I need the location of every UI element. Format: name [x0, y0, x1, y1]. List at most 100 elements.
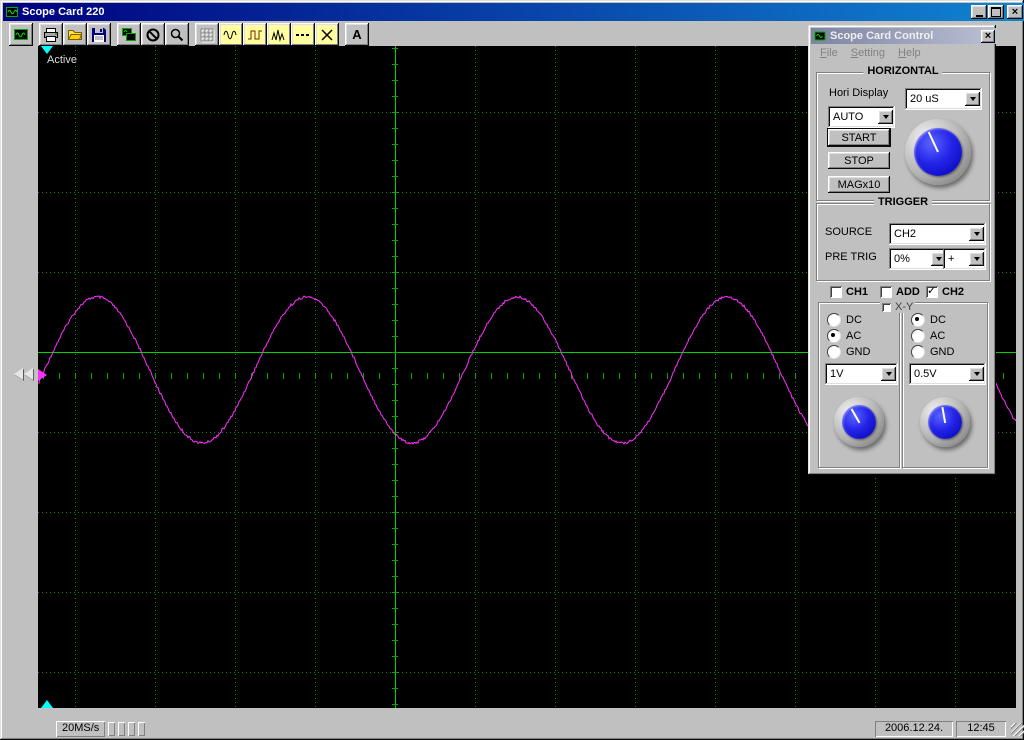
dropdown-arrow-icon[interactable]	[969, 367, 984, 381]
ch2-coupling-gnd[interactable]: GND	[911, 345, 954, 359]
ch1-label: CH1	[846, 286, 869, 298]
status-segment	[118, 722, 126, 736]
radio-icon	[827, 313, 841, 327]
trigger-slope-select[interactable]: +	[943, 248, 986, 270]
menu-setting[interactable]: Setting	[845, 46, 892, 60]
pulse-wave-icon	[247, 27, 263, 43]
radio-icon	[911, 345, 925, 359]
knob-pointer	[850, 408, 861, 424]
xy-label: X-Y	[895, 301, 914, 313]
trace-arrow-icon	[24, 368, 33, 380]
timebase-value: 20 uS	[910, 93, 939, 105]
letter-a-icon: A	[352, 27, 362, 42]
trace-position-arrows[interactable]	[14, 368, 33, 380]
minimize-button[interactable]	[971, 5, 987, 19]
xy-checkbox[interactable]: X-Y	[880, 301, 916, 313]
ch2-position-marker[interactable]	[38, 369, 47, 381]
radio-icon	[827, 345, 841, 359]
scope-window-button[interactable]	[9, 23, 33, 46]
hori-display-select[interactable]: AUTO	[828, 106, 895, 128]
ch2-enable-checkbox[interactable]: CH2	[924, 284, 967, 298]
checkbox-icon	[882, 302, 891, 312]
ch1-range-value: 1V	[830, 368, 844, 380]
dashed-line-button[interactable]	[291, 23, 315, 46]
dual-display-icon	[121, 27, 137, 43]
menu-file[interactable]: File	[814, 46, 845, 60]
x-marker-button[interactable]	[315, 23, 339, 46]
control-menubar: File Setting Help	[811, 44, 996, 61]
hori-display-label: Hori Display	[829, 87, 889, 99]
control-window: Scope Card Control × File Setting Help H…	[808, 25, 997, 475]
open-button[interactable]	[63, 23, 87, 46]
x-marker-icon	[319, 27, 335, 43]
dropdown-arrow-icon[interactable]	[969, 227, 984, 241]
dashed-line-icon	[295, 27, 311, 43]
dropdown-arrow-icon[interactable]	[878, 110, 893, 124]
app-icon	[5, 5, 19, 19]
horizontal-group: HORIZONTAL Hori Display 20 uS AUTO START…	[816, 65, 990, 201]
status-segment	[108, 722, 116, 736]
sine-display-button[interactable]	[219, 23, 243, 46]
trigger-source-label: SOURCE	[825, 226, 873, 238]
ch1-coupling-dc[interactable]: DC	[827, 313, 862, 327]
ch2-label: CH2	[942, 286, 965, 298]
annotate-button[interactable]: A	[345, 23, 369, 46]
grid-icon	[199, 27, 215, 43]
dropdown-arrow-icon[interactable]	[881, 367, 896, 381]
timebase-select[interactable]: 20 uS	[905, 88, 982, 110]
save-button[interactable]	[87, 23, 111, 46]
horizontal-group-title: HORIZONTAL	[863, 65, 943, 77]
stop-button[interactable]: STOP	[828, 152, 890, 169]
add-checkbox[interactable]: ADD	[878, 286, 922, 298]
trigger-position-marker[interactable]	[41, 46, 53, 54]
sine-wave-icon	[223, 27, 239, 43]
trigger-source-value: CH2	[894, 228, 917, 240]
mag-x10-button[interactable]: MAGx10	[828, 176, 890, 193]
control-window-title: Scope Card Control	[830, 30, 934, 42]
checkbox-icon	[830, 286, 842, 298]
trigger-slope-value: +	[948, 253, 955, 265]
bottom-marker	[41, 700, 53, 708]
zoom-button[interactable]	[165, 23, 189, 46]
checkbox-checked-icon	[926, 284, 938, 298]
pretrig-select[interactable]: 0%	[889, 248, 948, 270]
stop-acquisition-button[interactable]	[141, 23, 165, 46]
grid-toggle-button[interactable]	[195, 23, 219, 46]
sample-rate-indicator[interactable]: 20MS/s	[56, 721, 105, 737]
printer-icon	[43, 27, 59, 43]
dropdown-arrow-icon[interactable]	[969, 252, 984, 266]
ch2-range-select[interactable]: 0.5V	[909, 363, 986, 385]
acquisition-status-label: Active	[47, 54, 77, 66]
main-titlebar: Scope Card 220 ×	[3, 3, 1024, 21]
control-titlebar: Scope Card Control ×	[811, 28, 997, 44]
ch1-coupling-gnd[interactable]: GND	[827, 345, 870, 359]
horizontal-knob[interactable]	[905, 119, 971, 185]
trigger-group: TRIGGER SOURCE CH2 PRE TRIG 0% +	[816, 196, 990, 281]
maximize-icon	[991, 7, 1001, 17]
main-window-title: Scope Card 220	[22, 6, 105, 18]
ch2-position-knob[interactable]	[920, 397, 970, 447]
ch1-coupling-ac[interactable]: AC	[827, 329, 861, 343]
print-button[interactable]	[39, 23, 63, 46]
pulse-display-button[interactable]	[243, 23, 267, 46]
resize-grip[interactable]	[1011, 722, 1024, 736]
close-icon: ×	[1011, 5, 1019, 18]
close-icon: ×	[984, 29, 992, 42]
ch2-coupling-ac[interactable]: AC	[911, 329, 945, 343]
menu-help[interactable]: Help	[892, 46, 928, 60]
ch2-coupling-dc[interactable]: DC	[911, 313, 946, 327]
status-time: 12:45	[956, 721, 1006, 737]
trigger-source-select[interactable]: CH2	[889, 223, 986, 245]
maximize-button[interactable]	[988, 5, 1004, 19]
knob-pointer	[927, 131, 939, 153]
start-button[interactable]: START	[828, 129, 890, 146]
ch1-range-select[interactable]: 1V	[825, 363, 898, 385]
dropdown-arrow-icon[interactable]	[965, 92, 980, 106]
dual-trace-button[interactable]	[117, 23, 141, 46]
ch1-enable-checkbox[interactable]: CH1	[828, 286, 871, 298]
close-button[interactable]: ×	[1007, 5, 1023, 19]
status-segment	[138, 722, 146, 736]
ch1-position-knob[interactable]	[834, 397, 884, 447]
spectrum-display-button[interactable]	[267, 23, 291, 46]
control-close-button[interactable]: ×	[981, 29, 995, 43]
